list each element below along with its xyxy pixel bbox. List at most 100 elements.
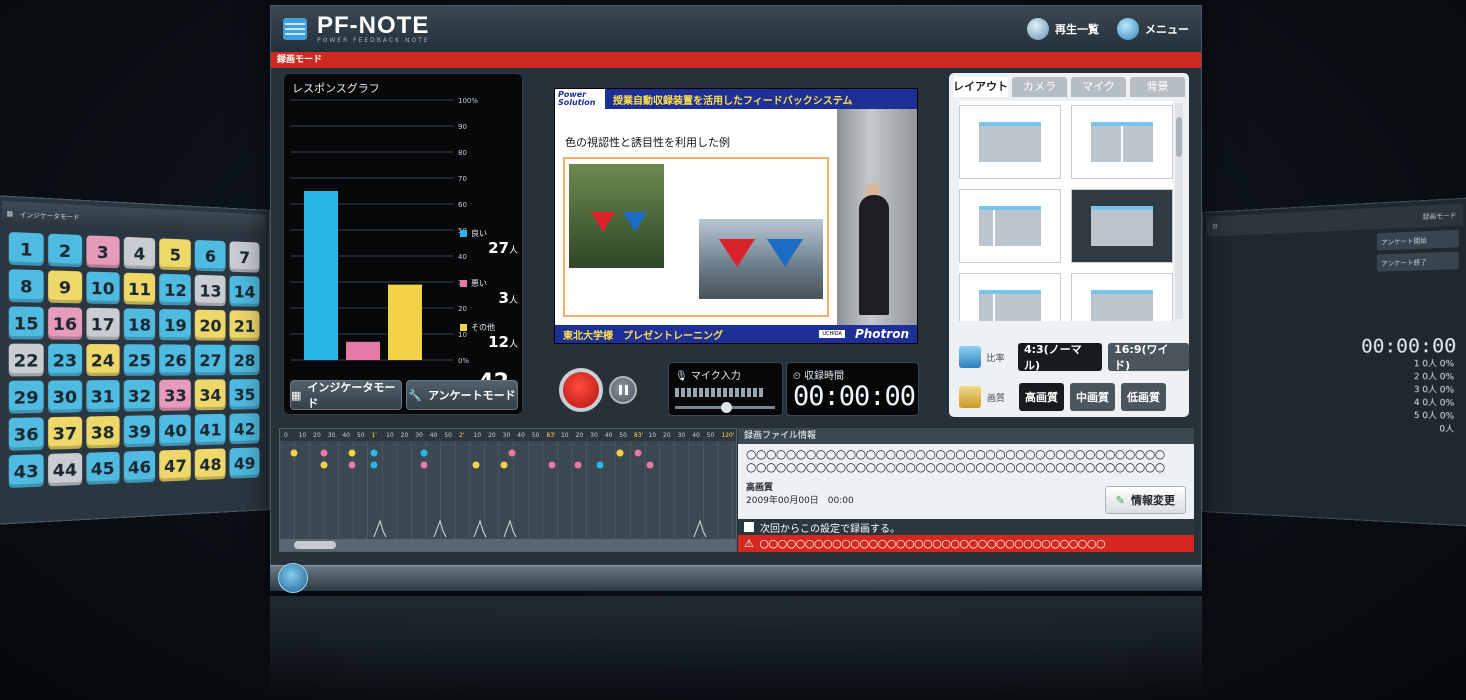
number-cell[interactable]: 34 bbox=[195, 379, 226, 411]
number-cell[interactable]: 4 bbox=[123, 236, 156, 270]
file-info-panel: 録画ファイル情報 ○○○○○○○○○○○○○○○○○○○○○○○○○○○○○○○… bbox=[738, 428, 1194, 552]
number-cell[interactable]: 15 bbox=[8, 306, 44, 340]
number-cell[interactable]: 10 bbox=[86, 271, 120, 305]
number-cell[interactable]: 49 bbox=[229, 447, 260, 479]
mic-volume-knob[interactable] bbox=[721, 402, 732, 413]
edit-info-button[interactable]: ✎ 情報変更 bbox=[1104, 486, 1186, 514]
meter-segment bbox=[759, 388, 763, 397]
slide-heading: 色の視認性と誘目性を利用した例 bbox=[565, 136, 730, 149]
timeline-tick: 120' bbox=[721, 431, 735, 439]
timeline-scroll-thumb[interactable] bbox=[294, 541, 336, 549]
number-cell[interactable]: 47 bbox=[159, 449, 192, 482]
layout-option-split[interactable] bbox=[1071, 105, 1173, 179]
number-cell[interactable]: 1 bbox=[8, 231, 44, 266]
presenter-body bbox=[859, 195, 889, 315]
number-cell[interactable]: 6 bbox=[195, 239, 226, 272]
tab-camera[interactable]: カメラ bbox=[1012, 77, 1067, 97]
meter-segment bbox=[747, 388, 751, 397]
number-cell[interactable]: 2 bbox=[47, 233, 82, 268]
ratio-16-9-button[interactable]: 16:9(ワイド) bbox=[1108, 343, 1189, 372]
number-cell[interactable]: 12 bbox=[159, 273, 192, 306]
number-cell[interactable]: 11 bbox=[123, 272, 156, 305]
number-cell[interactable]: 8 bbox=[8, 269, 44, 303]
y-tick-label: 60 bbox=[458, 201, 467, 209]
indicator-mode-label: インジケータモード bbox=[307, 381, 396, 410]
number-cell[interactable]: 3 bbox=[86, 235, 120, 269]
meter-segment bbox=[729, 388, 733, 397]
tab-mic[interactable]: マイク bbox=[1071, 77, 1126, 97]
save-settings-checkbox-row[interactable]: 次回からこの設定で録画する。 bbox=[738, 519, 1194, 535]
timeline-tick: 20 bbox=[575, 431, 584, 439]
number-cell[interactable]: 21 bbox=[229, 310, 260, 341]
start-button[interactable] bbox=[278, 563, 308, 593]
number-cell[interactable]: 29 bbox=[8, 380, 44, 414]
quality-row: 画質 高画質 中画質 低画質 bbox=[959, 383, 1166, 411]
number-cell[interactable]: 30 bbox=[47, 380, 82, 413]
timeline-tick: 50 bbox=[356, 431, 365, 439]
number-cell[interactable]: 22 bbox=[8, 343, 44, 377]
timeline-scrollbar[interactable] bbox=[280, 539, 736, 551]
number-cell[interactable]: 31 bbox=[86, 380, 120, 413]
number-cell[interactable]: 7 bbox=[229, 241, 260, 273]
quality-medium-button[interactable]: 中画質 bbox=[1070, 383, 1115, 411]
start-survey-button[interactable]: アンケート開始 bbox=[1376, 229, 1459, 251]
number-cell[interactable]: 16 bbox=[47, 307, 82, 340]
number-cell[interactable]: 46 bbox=[123, 450, 156, 484]
layout-option-side[interactable] bbox=[959, 189, 1061, 263]
number-cell[interactable]: 19 bbox=[159, 309, 192, 341]
number-cell[interactable]: 25 bbox=[123, 344, 156, 376]
number-cell[interactable]: 14 bbox=[229, 275, 260, 307]
number-cell[interactable]: 43 bbox=[8, 454, 44, 489]
number-cell[interactable]: 36 bbox=[8, 417, 44, 451]
number-cell[interactable]: 28 bbox=[229, 344, 260, 376]
layout-option-6[interactable] bbox=[1071, 273, 1173, 321]
number-cell[interactable]: 24 bbox=[86, 344, 120, 376]
pause-button[interactable] bbox=[609, 376, 637, 404]
number-cell[interactable]: 38 bbox=[86, 415, 120, 449]
number-cell[interactable]: 26 bbox=[159, 344, 192, 376]
number-cell[interactable]: 41 bbox=[195, 413, 226, 446]
survey-mode-button[interactable]: 🔧 アンケートモード bbox=[406, 380, 518, 410]
end-survey-button[interactable]: アンケート終了 bbox=[1376, 251, 1459, 272]
number-cell[interactable]: 35 bbox=[229, 379, 260, 410]
layout-scrollbar[interactable] bbox=[1175, 103, 1183, 319]
record-button[interactable] bbox=[559, 368, 603, 412]
menu-button[interactable]: メニュー bbox=[1117, 18, 1189, 40]
layout-option-selected[interactable] bbox=[1071, 189, 1173, 263]
layout-option-full[interactable] bbox=[959, 105, 1061, 179]
number-cell[interactable]: 40 bbox=[159, 414, 192, 447]
number-cell[interactable]: 17 bbox=[86, 307, 120, 340]
film-logo-icon bbox=[283, 18, 307, 40]
number-cell[interactable]: 13 bbox=[195, 274, 226, 307]
number-cell[interactable]: 44 bbox=[47, 452, 82, 487]
number-cell[interactable]: 5 bbox=[159, 238, 192, 271]
indicator-mode-button[interactable]: ▦ インジケータモード bbox=[290, 380, 402, 410]
tab-layout[interactable]: レイアウト bbox=[953, 77, 1008, 97]
quality-low-button[interactable]: 低画質 bbox=[1121, 383, 1166, 411]
recording-time-value: 00:00:00 bbox=[793, 381, 916, 412]
timeline-tick: 10 bbox=[298, 431, 307, 439]
slide-footer: 東北大学様 プレゼントレーニング UCHIDA Photron bbox=[555, 325, 917, 343]
tab-background[interactable]: 背景 bbox=[1130, 77, 1185, 97]
number-cell[interactable]: 32 bbox=[123, 379, 156, 412]
number-cell[interactable]: 23 bbox=[47, 343, 82, 377]
timeline-response-dot bbox=[420, 461, 428, 469]
mic-volume-slider[interactable] bbox=[675, 402, 775, 413]
number-cell[interactable]: 48 bbox=[195, 448, 226, 481]
ratio-4-3-button[interactable]: 4:3(ノーマル) bbox=[1017, 343, 1103, 372]
number-cell[interactable]: 27 bbox=[195, 344, 226, 376]
playlist-button[interactable]: 再生一覧 bbox=[1027, 18, 1099, 40]
number-cell[interactable]: 9 bbox=[47, 270, 82, 304]
number-cell[interactable]: 39 bbox=[123, 415, 156, 448]
number-cell[interactable]: 20 bbox=[195, 309, 226, 341]
quality-high-button[interactable]: 高画質 bbox=[1019, 383, 1064, 411]
save-settings-checkbox[interactable] bbox=[744, 522, 754, 532]
number-cell[interactable]: 42 bbox=[229, 413, 260, 445]
number-cell[interactable]: 33 bbox=[159, 379, 192, 411]
playlist-label: 再生一覧 bbox=[1055, 23, 1099, 36]
number-cell[interactable]: 18 bbox=[123, 308, 156, 341]
timeline-response-dot bbox=[420, 449, 428, 457]
layout-option-5[interactable] bbox=[959, 273, 1061, 321]
number-cell[interactable]: 45 bbox=[86, 451, 120, 485]
number-cell[interactable]: 37 bbox=[47, 416, 82, 450]
